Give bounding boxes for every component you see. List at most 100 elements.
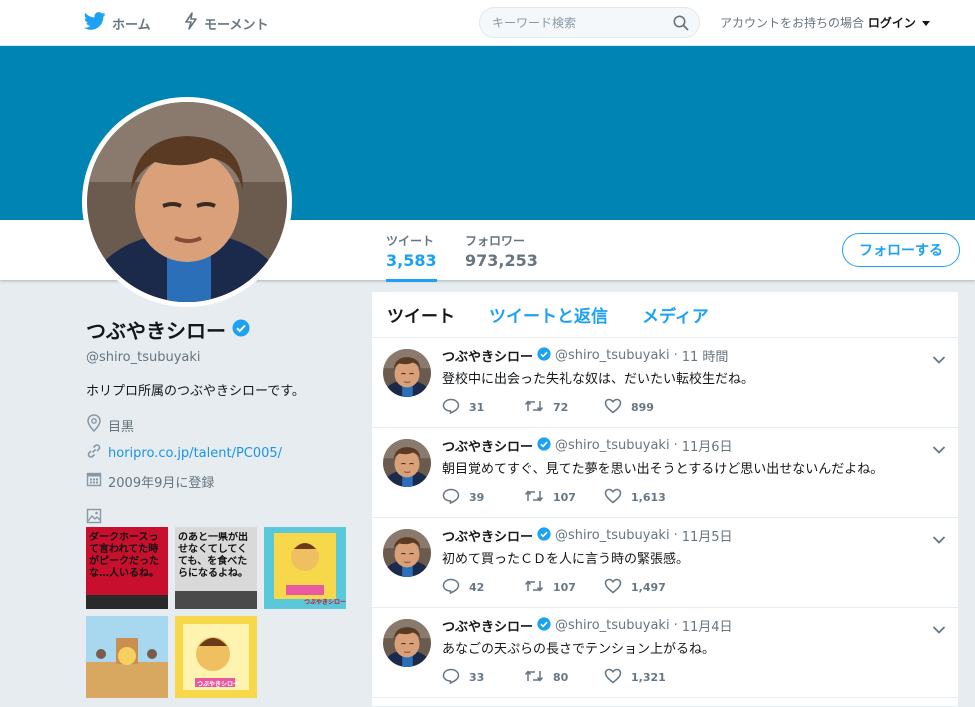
reply-button[interactable]: 39	[442, 488, 484, 507]
nav-home-link[interactable]: ホーム	[83, 12, 151, 34]
tweet-actions: 39 107 1,613	[442, 488, 742, 508]
separator-dot: ·	[673, 618, 678, 633]
retweet-button[interactable]: 80	[524, 668, 568, 687]
profile-bio: ホリプロ所属のつぶやきシローです。	[86, 384, 305, 399]
calendar-icon	[86, 471, 102, 491]
profile-handle[interactable]: @shiro_tsubuyaki	[86, 350, 356, 365]
separator-dot: ·	[673, 438, 678, 453]
tweet-timestamp[interactable]: 11月5日	[682, 526, 733, 545]
reply-count: 33	[469, 671, 485, 684]
tweet-author-name[interactable]: つぶやきシロー	[442, 346, 533, 365]
chevron-down-icon[interactable]	[932, 350, 946, 369]
like-button[interactable]: 1,497	[604, 578, 666, 597]
media-thumbnail[interactable]	[86, 616, 168, 698]
tab-tweets[interactable]: ツイート	[387, 302, 455, 327]
twitter-bird-icon	[83, 12, 106, 34]
tab-media[interactable]: メディア	[642, 302, 709, 327]
tweet-author-handle[interactable]: @shiro_tsubuyaki	[555, 348, 670, 363]
nav-moments-link[interactable]: モーメント	[184, 12, 268, 34]
tweet-actions: 33 80 1,321	[442, 668, 742, 688]
tweet-item[interactable]: つぶやきシロー @shiro_tsubuyaki · 11月5日 初めて買ったＣ…	[372, 518, 958, 608]
like-button[interactable]: 1,321	[604, 668, 666, 687]
retweet-button[interactable]: 107	[524, 488, 576, 507]
retweet-count: 80	[553, 671, 569, 684]
location-text: 目黒	[108, 419, 135, 435]
stat-tweets[interactable]: ツイート 3,583	[386, 232, 437, 282]
like-button[interactable]: 899	[604, 398, 654, 417]
join-date-text: 2009年9月に登録	[108, 475, 215, 491]
like-count: 1,497	[631, 581, 666, 594]
tweet-item[interactable]: つぶやきシロー @shiro_tsubuyaki · 11月4日 あなごの天ぷら…	[372, 608, 958, 698]
stat-followers-value: 973,253	[465, 251, 538, 270]
chevron-down-icon[interactable]	[932, 620, 946, 639]
retweet-count: 107	[553, 581, 576, 594]
chevron-down-icon[interactable]	[932, 530, 946, 549]
reply-button[interactable]: 31	[442, 398, 484, 417]
nav-home-label: ホーム	[112, 17, 151, 33]
image-icon	[86, 508, 102, 528]
reply-button[interactable]: 33	[442, 668, 484, 687]
media-thumbnail[interactable]: のあと一県が出せなくてしてくても、を食べたらになるよね。	[175, 527, 257, 609]
like-count: 1,321	[631, 671, 666, 684]
tweet-actions: 42 107 1,497	[442, 578, 742, 598]
verified-badge-icon	[537, 436, 551, 455]
tweet-item[interactable]: つぶやきシロー @shiro_tsubuyaki · 11 時間 登校中に出会っ…	[372, 338, 958, 428]
nav-moments-label: モーメント	[204, 17, 269, 33]
like-count: 899	[631, 401, 654, 414]
separator-dot: ·	[673, 528, 678, 543]
profile-url-link[interactable]: horipro.co.jp/talent/PC005/	[108, 446, 282, 461]
reply-icon	[442, 398, 460, 417]
tweet-timeline: ツイート ツイートと返信 メディア つぶやきシロー @shiro_tsubuya…	[371, 291, 959, 707]
media-thumbnail[interactable]: ダークホースって言われてた時がピークだったな…人いるね。	[86, 527, 168, 609]
heart-icon	[604, 578, 622, 597]
profile-name[interactable]: つぶやきシロー	[86, 315, 226, 344]
tweet-avatar[interactable]	[383, 529, 431, 577]
reply-button[interactable]: 42	[442, 578, 484, 597]
reply-count: 39	[469, 491, 485, 504]
retweet-button[interactable]: 72	[524, 398, 568, 417]
reply-count: 42	[469, 581, 485, 594]
caret-down-icon[interactable]	[921, 21, 930, 26]
profile-avatar[interactable]	[82, 97, 292, 307]
profile-url: horipro.co.jp/talent/PC005/	[86, 443, 356, 463]
tweet-text: 朝目覚めてすぐ、見てた夢を思い出そうとするけど思い出せないんだよね。	[442, 462, 884, 477]
tweet-author-name[interactable]: つぶやきシロー	[442, 526, 533, 545]
media-thumbnail-text: のあと一県が出せなくてしてくても、を食べたらになるよね。	[178, 532, 248, 579]
tab-tweets-and-replies[interactable]: ツイートと返信	[489, 302, 608, 327]
tweet-item[interactable]: つぶやきシロー @shiro_tsubuyaki · 11月6日 朝目覚めてすぐ…	[372, 428, 958, 518]
tweet-avatar[interactable]	[383, 349, 431, 397]
retweet-icon	[524, 488, 544, 507]
stat-tweets-value: 3,583	[386, 251, 437, 270]
tweet-avatar[interactable]	[383, 619, 431, 667]
tweet-avatar[interactable]	[383, 439, 431, 487]
tweet-author-handle[interactable]: @shiro_tsubuyaki	[555, 618, 670, 633]
media-thumbnail[interactable]: つぶやきシロー	[264, 527, 346, 609]
retweet-button[interactable]: 107	[524, 578, 576, 597]
retweet-icon	[524, 578, 544, 597]
tweet-timestamp[interactable]: 11月4日	[682, 616, 733, 635]
timeline-tabs: ツイート ツイートと返信 メディア	[372, 292, 958, 338]
tweet-author-name[interactable]: つぶやきシロー	[442, 616, 533, 635]
tweet-author-name[interactable]: つぶやきシロー	[442, 436, 533, 455]
media-header[interactable]	[86, 508, 356, 528]
chevron-down-icon[interactable]	[932, 440, 946, 459]
search-input[interactable]	[492, 14, 662, 32]
media-thumbnail[interactable]: つぶやきシロー	[175, 616, 257, 698]
tweet-author-handle[interactable]: @shiro_tsubuyaki	[555, 438, 670, 453]
reply-icon	[442, 488, 460, 507]
reply-count: 31	[469, 401, 485, 414]
stat-followers[interactable]: フォロワー 973,253	[465, 232, 538, 270]
verified-badge-icon	[232, 319, 250, 341]
heart-icon	[604, 398, 622, 417]
tweet-timestamp[interactable]: 11 時間	[682, 346, 729, 365]
follow-button[interactable]: フォローする	[842, 233, 960, 267]
tweet-author-handle[interactable]: @shiro_tsubuyaki	[555, 528, 670, 543]
like-button[interactable]: 1,613	[604, 488, 666, 507]
search-icon[interactable]	[673, 15, 689, 35]
tweet-timestamp[interactable]: 11月6日	[682, 436, 733, 455]
top-navigation: ホーム モーメント アカウントをお持ちの場合 ログイン	[0, 0, 975, 46]
retweet-count: 107	[553, 491, 576, 504]
login-link[interactable]: ログイン	[868, 16, 916, 30]
location-pin-icon	[86, 414, 102, 436]
tweet-text: あなごの天ぷらの長さでテンション上がるね。	[442, 642, 716, 657]
